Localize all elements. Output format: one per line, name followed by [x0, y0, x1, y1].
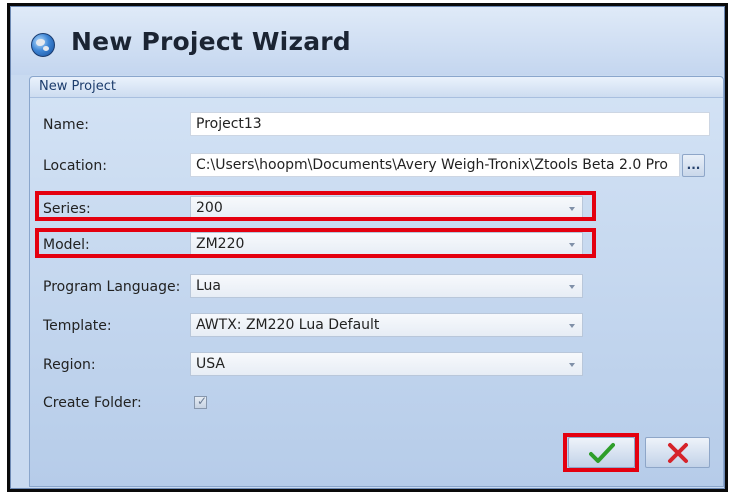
new-project-panel: New Project Name: Project13 Location: C:… [29, 76, 724, 487]
model-highlight [35, 228, 596, 258]
program-language-value: Lua [196, 278, 222, 294]
title-bar: New Project Wizard [11, 7, 724, 75]
create-folder-checkbox[interactable]: ✓ [194, 394, 208, 409]
series-highlight [35, 191, 596, 221]
program-language-label: Program Language: [43, 279, 181, 295]
browse-button[interactable]: ... [682, 154, 705, 177]
name-label: Name: [43, 117, 90, 133]
ok-highlight [563, 433, 639, 472]
template-dropdown[interactable]: AWTX: ZM220 Lua Default [190, 313, 583, 337]
close-icon [667, 442, 688, 463]
template-value: AWTX: ZM220 Lua Default [196, 317, 380, 333]
template-label: Template: [43, 318, 112, 334]
region-dropdown[interactable]: USA [190, 352, 583, 376]
chevron-down-icon [569, 285, 575, 289]
panel-header: New Project [30, 77, 723, 98]
chevron-down-icon [569, 324, 575, 328]
globe-icon [31, 33, 55, 57]
window-title: New Project Wizard [71, 27, 351, 56]
panel-header-label: New Project [39, 79, 116, 94]
chevron-down-icon [569, 363, 575, 367]
location-label: Location: [43, 158, 107, 174]
name-input[interactable]: Project13 [190, 112, 710, 136]
create-folder-label: Create Folder: [43, 395, 142, 411]
location-input[interactable]: C:\Users\hoopm\Documents\Avery Weigh-Tro… [190, 153, 680, 177]
checkmark-icon: ✓ [197, 394, 208, 408]
program-language-dropdown[interactable]: Lua [190, 274, 583, 298]
region-label: Region: [43, 357, 96, 373]
region-value: USA [196, 356, 225, 372]
cancel-button[interactable] [645, 437, 710, 468]
